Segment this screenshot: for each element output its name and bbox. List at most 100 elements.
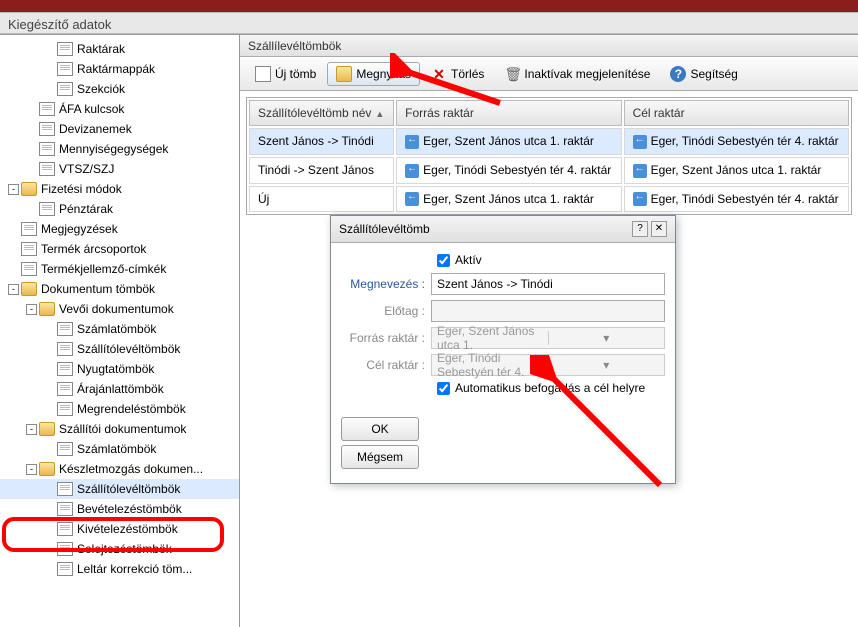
new-icon (255, 66, 271, 82)
warehouse-icon (405, 164, 419, 178)
tree-item[interactable]: Megjegyzések (0, 219, 239, 239)
tree-item-label: Leltár korrekció töm... (76, 562, 239, 576)
col-dest[interactable]: Cél raktár (624, 100, 849, 126)
source-combo: Eger, Szent János utca 1.▾ (431, 327, 665, 349)
tree-item[interactable]: Mennyiségegységek (0, 139, 239, 159)
tree-item[interactable]: Devizanemek (0, 119, 239, 139)
name-field[interactable] (431, 273, 665, 295)
expand-toggle[interactable]: - (8, 184, 19, 195)
new-button[interactable]: Új tömb (246, 62, 325, 86)
table-row[interactable]: ÚjEger, Szent János utca 1. raktárEger, … (249, 186, 849, 213)
tree-item[interactable]: Raktárak (0, 39, 239, 59)
tree-item-label: Szállítólevéltömbök (76, 342, 239, 356)
document-icon (57, 402, 73, 416)
open-icon (336, 66, 352, 82)
tree-item[interactable]: -Készletmozgás dokumen... (0, 459, 239, 479)
col-name[interactable]: Szállítólevéltömb név▲ (249, 100, 394, 126)
tree-item[interactable]: Árajánlattömbök (0, 379, 239, 399)
cell-dest: Eger, Szent János utca 1. raktár (624, 157, 849, 184)
document-icon (57, 482, 73, 496)
document-icon (57, 42, 73, 56)
expand-toggle[interactable]: - (8, 284, 19, 295)
tree-item-label: Szekciók (76, 82, 239, 96)
tree-item[interactable]: Szállítólevéltömbök (0, 339, 239, 359)
dialog-help-button[interactable]: ? (632, 221, 648, 237)
sidebar-tree[interactable]: Raktárak Raktármappák Szekciók ÁFA kulcsokD… (0, 35, 240, 627)
expand-toggle[interactable]: - (26, 464, 37, 475)
tree-item[interactable]: Leltár korrekció töm... (0, 559, 239, 579)
tree-item-label: Fizetési módok (40, 182, 239, 196)
edit-dialog: Szállítólevéltömb ? ✕ Aktív Megnevezés :… (330, 215, 676, 484)
cancel-button[interactable]: Mégsem (341, 445, 419, 469)
document-icon (21, 222, 37, 236)
document-icon (39, 162, 55, 176)
folder-icon (39, 462, 55, 476)
chevron-down-icon: ▾ (548, 331, 665, 345)
tree-item[interactable]: VTSZ/SZJ (0, 159, 239, 179)
tree-item-label: Termék árcsoportok (40, 242, 239, 256)
folder-icon (21, 282, 37, 296)
active-checkbox[interactable] (437, 254, 450, 267)
delete-button[interactable]: ✕Törlés (422, 62, 493, 86)
table-row[interactable]: Tinódi -> Szent JánosEger, Tinódi Sebest… (249, 157, 849, 184)
document-icon (57, 502, 73, 516)
document-icon (21, 242, 37, 256)
show-inactive-button[interactable]: 🗑Inaktívak megjelenítése (495, 62, 659, 86)
app-topbar (0, 0, 858, 12)
expand-toggle[interactable]: - (26, 424, 37, 435)
auto-accept-checkbox[interactable] (437, 382, 450, 395)
window-title: Kiegészítő adatok (0, 12, 858, 34)
document-icon (57, 82, 73, 96)
data-grid[interactable]: Szállítólevéltömb név▲ Forrás raktár Cél… (246, 97, 852, 215)
warehouse-icon (633, 192, 647, 206)
dialog-close-button[interactable]: ✕ (651, 221, 667, 237)
ok-button[interactable]: OK (341, 417, 419, 441)
tree-item[interactable]: Szekciók (0, 79, 239, 99)
table-row[interactable]: Szent János -> TinódiEger, Szent János u… (249, 128, 849, 155)
tree-item-label: Számlatömbök (76, 442, 239, 456)
tree-item[interactable]: - Szállítói dokumentumok (0, 419, 239, 439)
tree-item[interactable]: Számlatömbök (0, 439, 239, 459)
tree-item[interactable]: Megrendeléstömbök (0, 399, 239, 419)
open-button[interactable]: Megnyitás (327, 62, 420, 86)
folder-icon (39, 422, 55, 436)
tree-item[interactable]: Termékjellemző-címkék (0, 259, 239, 279)
tree-item[interactable]: ÁFA kulcsok (0, 99, 239, 119)
sort-asc-icon: ▲ (375, 109, 384, 119)
trash-icon: 🗑 (504, 66, 520, 82)
auto-accept-label: Automatikus befogadás a cél helyre (455, 381, 645, 395)
tree-item-label: Szállítói dokumentumok (58, 422, 239, 436)
tree-item[interactable]: -Dokumentum tömbök (0, 279, 239, 299)
dest-label: Cél raktár : (341, 358, 431, 372)
prefix-field (431, 300, 665, 322)
tree-item[interactable]: Pénztárak (0, 199, 239, 219)
tree-item[interactable]: Selejtezéstömbök (0, 539, 239, 559)
tree-item-label: Raktármappák (76, 62, 239, 76)
active-label: Aktív (455, 253, 482, 267)
tree-item[interactable]: Szállítólevéltömbök (0, 479, 239, 499)
document-icon (57, 362, 73, 376)
document-icon (57, 322, 73, 336)
folder-icon (39, 302, 55, 316)
tree-item[interactable]: Bevételezéstömbök (0, 499, 239, 519)
folder-icon (21, 182, 37, 196)
tree-item[interactable]: -Vevői dokumentumok (0, 299, 239, 319)
panel-title: Szállílevéltömbök (240, 35, 858, 57)
col-source[interactable]: Forrás raktár (396, 100, 621, 126)
document-icon (39, 202, 55, 216)
help-button[interactable]: ?Segítség (661, 62, 746, 86)
cell-name: Új (249, 186, 394, 213)
tree-item[interactable]: Nyugtatömbök (0, 359, 239, 379)
tree-item[interactable]: - Fizetési módok (0, 179, 239, 199)
warehouse-icon (405, 192, 419, 206)
tree-item-label: VTSZ/SZJ (58, 162, 239, 176)
cell-name: Tinódi -> Szent János (249, 157, 394, 184)
tree-item[interactable]: Kivételezéstömbök (0, 519, 239, 539)
tree-item[interactable]: Termék árcsoportok (0, 239, 239, 259)
dest-combo: Eger, Tinódi Sebestyén tér 4.▾ (431, 354, 665, 376)
tree-item[interactable]: Raktármappák (0, 59, 239, 79)
tree-item[interactable]: Számlatömbök (0, 319, 239, 339)
document-icon (57, 62, 73, 76)
cell-source: Eger, Szent János utca 1. raktár (396, 128, 621, 155)
expand-toggle[interactable]: - (26, 304, 37, 315)
